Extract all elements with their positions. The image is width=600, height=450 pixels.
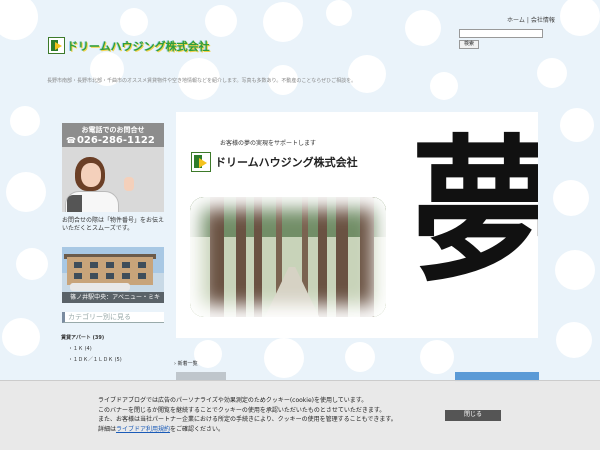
hero-logo: ドリームハウジング株式会社 — [191, 152, 358, 172]
inquiry-note: お問合せの際は「物件番号」をお伝えいただくとスムーズです。 — [62, 217, 165, 232]
nav-home-link[interactable]: ホーム — [507, 17, 525, 24]
top-nav: ホーム | 会社情報 — [507, 15, 555, 24]
logo-mark-icon — [48, 37, 65, 54]
phone-number-text: 026-286-1122 — [76, 135, 155, 146]
search-button[interactable]: 検索 — [459, 40, 479, 49]
photo-caption: 篠ノ井駅中央：アベニュー・ミキ — [62, 292, 164, 303]
cookie-line: ライブドアブログでは広告のパーソナライズや効果測定のためクッキー(cookie)… — [98, 397, 368, 404]
site-title: ドリームハウジング株式会社 — [67, 39, 210, 53]
phone-icon: ☎ — [66, 136, 76, 145]
dream-kanji-calligraphy: 夢 — [411, 118, 538, 307]
cookie-detail-prefix: 詳細は — [98, 425, 117, 433]
cookie-detail-suffix: をご確認ください。 — [170, 425, 225, 433]
cookie-banner: ライブドアブログでは広告のパーソナライズや効果測定のためクッキー(cookie)… — [0, 380, 600, 450]
phone-number[interactable]: ☎026-286-1122 — [66, 135, 160, 146]
new-posts-heading: 新着一覧 — [174, 360, 198, 367]
forest-photo — [190, 197, 386, 317]
new-post-thumbnail[interactable] — [176, 372, 226, 380]
site-logo[interactable]: ドリームハウジング株式会社 — [48, 37, 210, 54]
category-heading: カテゴリー別に見る — [62, 312, 164, 323]
operator-photo — [62, 147, 164, 212]
cookie-text: ライブドアブログでは広告のパーソナライズや効果測定のためクッキー(cookie)… — [98, 396, 438, 434]
category-item-1dk[interactable]: ・１ＤＫ／１ＬＤＫ (5) — [68, 357, 122, 363]
cookie-line: このバナーを閉じるか閲覧を継続することでクッキーの使用を承認いただいたものとさせ… — [98, 406, 386, 414]
hero-tagline: お客様の夢の実現をサポートします — [220, 140, 317, 147]
phone-header: お電話でのお問合せ ☎026-286-1122 — [62, 123, 164, 147]
phone-label: お電話でのお問合せ — [81, 126, 145, 134]
sidebar: お電話でのお問合せ ☎026-286-1122 お問合せの際は「物件番号」をお伝… — [61, 123, 165, 366]
hero-logo-mark-icon — [191, 152, 211, 172]
category-item-1k[interactable]: ・１Ｋ (4) — [68, 346, 92, 352]
cookie-line: 詳細はライブドア利用規約をご確認ください。 — [98, 425, 438, 435]
phone-contact-box: お電話でのお問合せ ☎026-286-1122 — [62, 123, 164, 212]
hero-company-name: ドリームハウジング株式会社 — [215, 156, 358, 169]
terms-link[interactable]: ライブドア利用規約 — [116, 426, 170, 433]
cookie-close-button[interactable]: 閉じる — [445, 410, 501, 421]
category-list: 賃貸アパート (39) ・１Ｋ (4) ・１ＤＫ／１ＬＤＫ (5) — [61, 333, 164, 366]
category-item-apartment[interactable]: 賃貸アパート (39) — [61, 333, 164, 344]
hero-banner: お客様の夢の実現をサポートします ドリームハウジング株式会社 夢 — [176, 112, 538, 338]
nav-separator: | — [526, 17, 529, 24]
cookie-line: また、お客様は当社パートナー企業における所定の手続きにより、クッキーの使用を管理… — [98, 416, 397, 423]
nav-company-link[interactable]: 会社情報 — [531, 17, 555, 24]
property-photo[interactable]: 篠ノ井駅中央：アベニュー・ミキ — [62, 247, 164, 303]
search-input[interactable] — [459, 29, 543, 38]
site-tagline: 長野市南部・長野市北部・千曲市のオススメ賃貸物件や空き地情報などを紹介します。写… — [47, 78, 357, 84]
